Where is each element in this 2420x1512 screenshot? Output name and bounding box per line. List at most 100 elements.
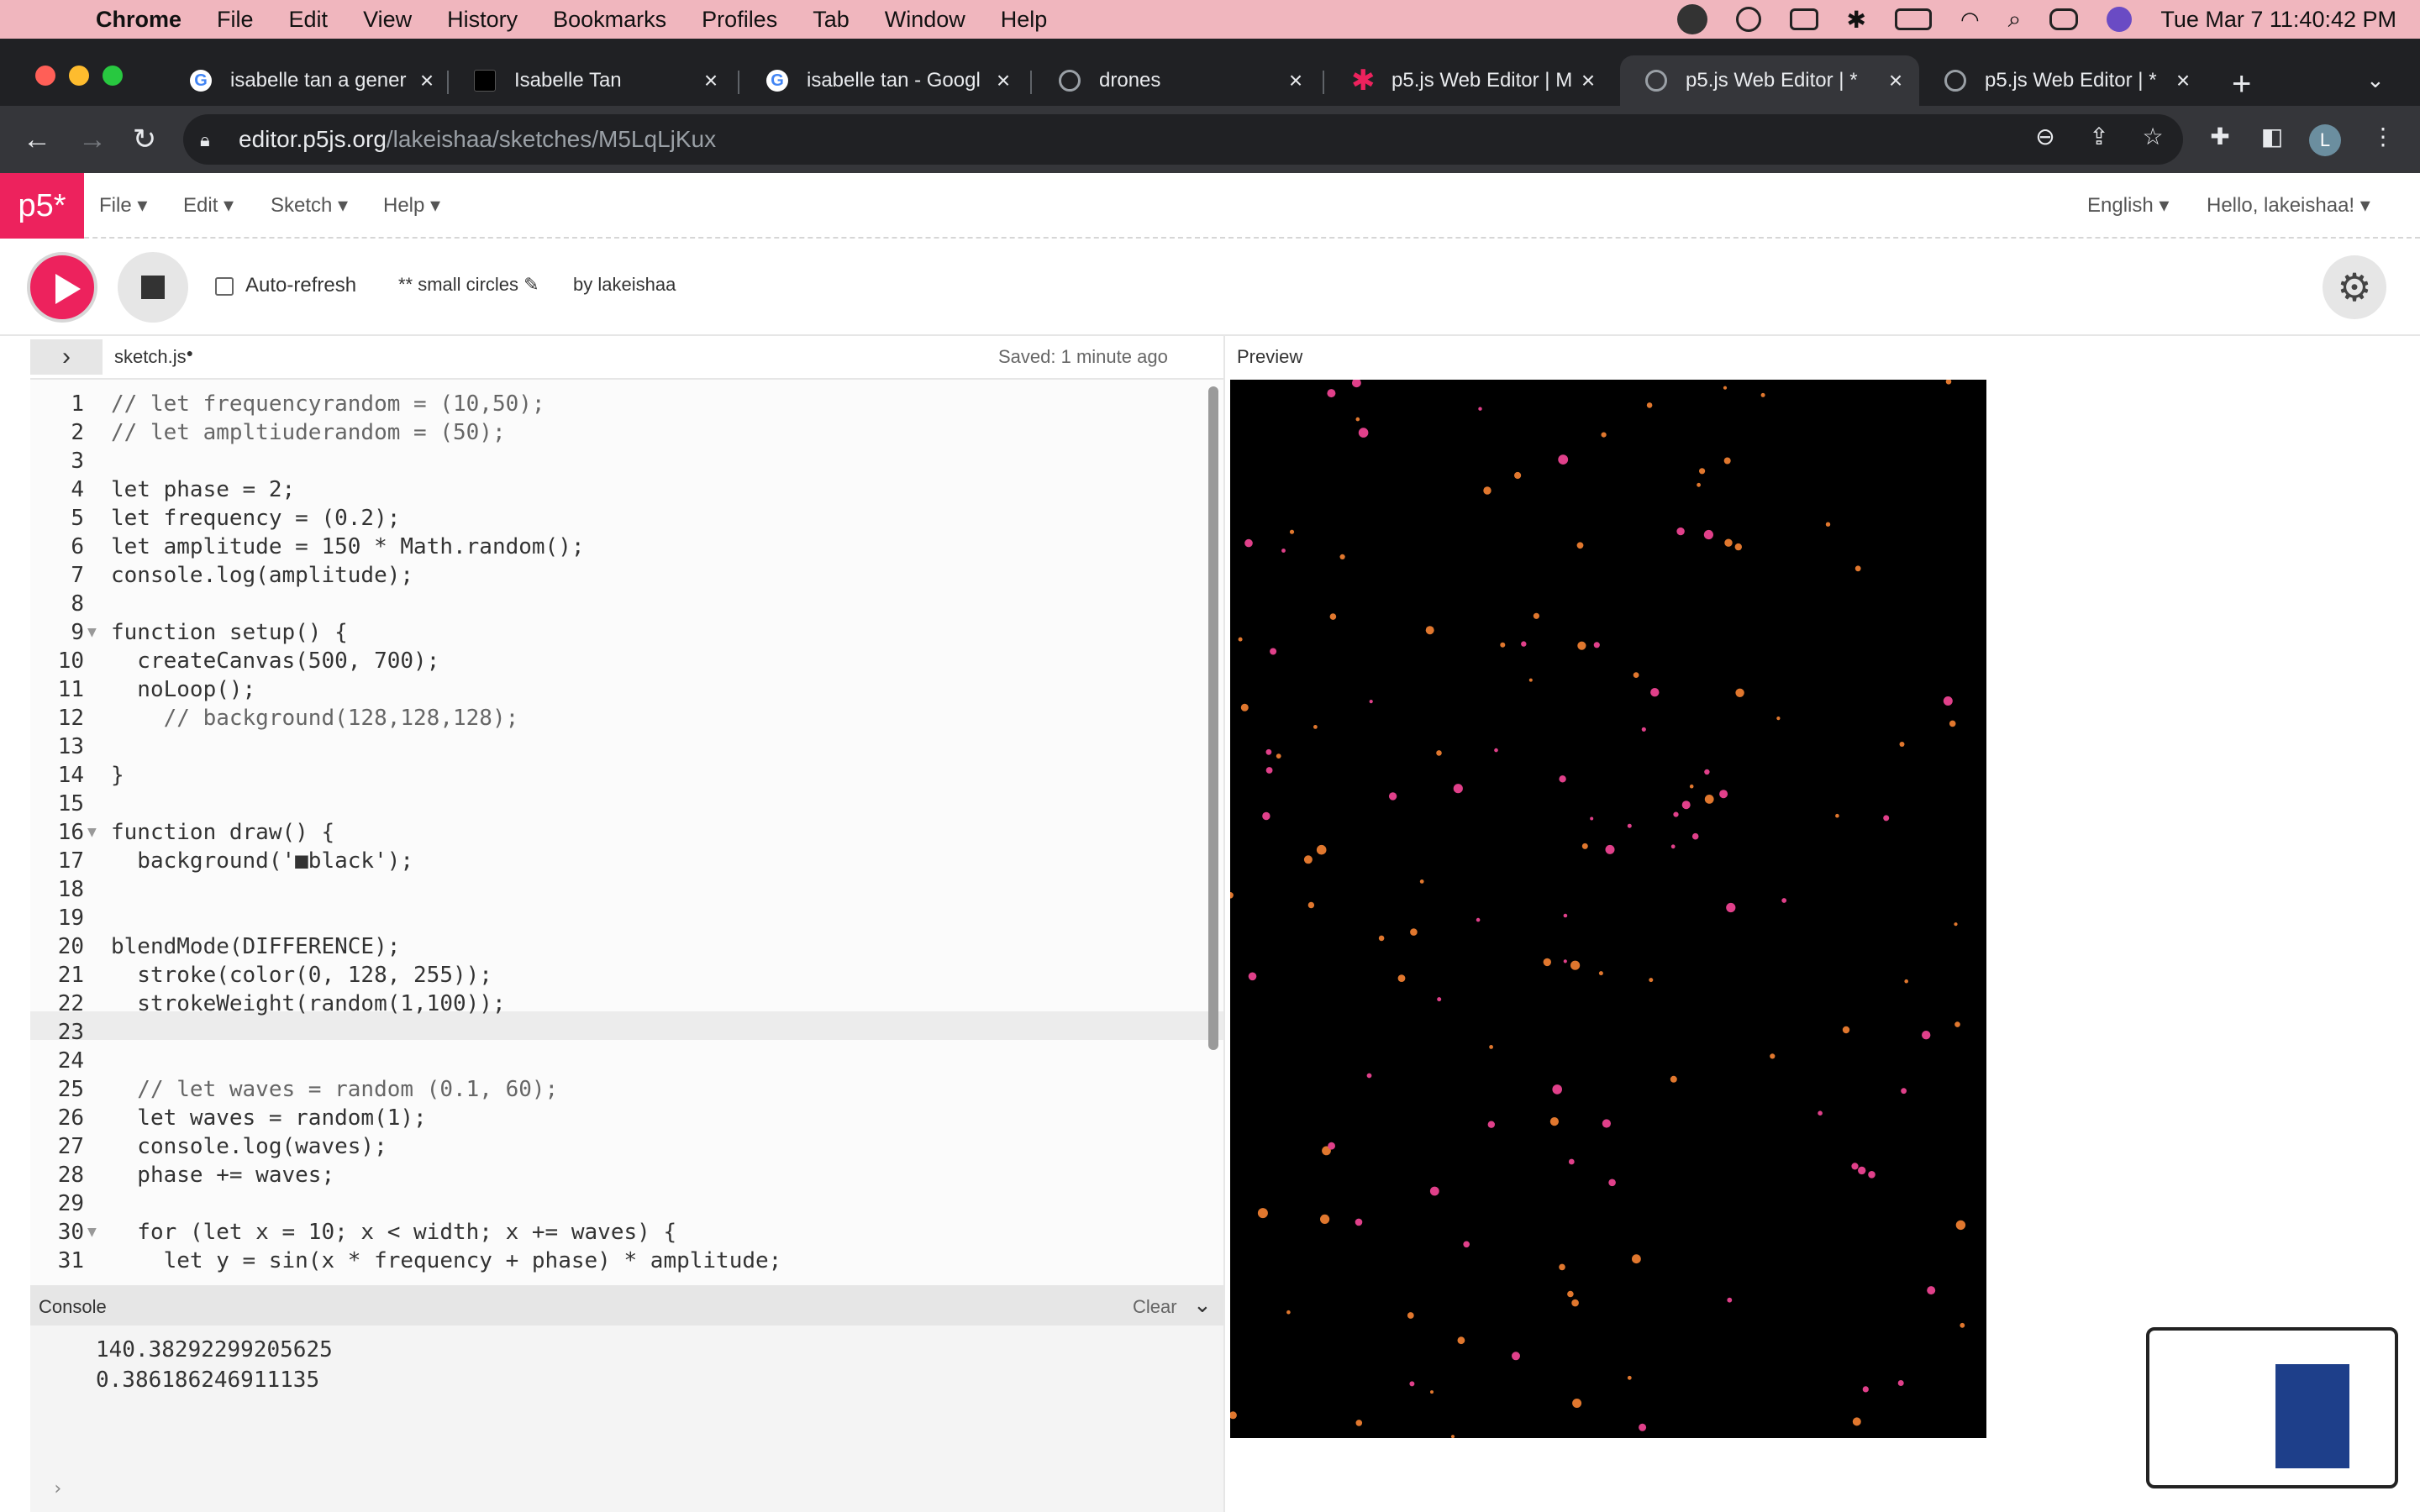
close-tab-icon[interactable]: ×	[694, 67, 728, 94]
tab-5[interactable]: ✱ p5.js Web Editor | M ×	[1326, 55, 1612, 106]
reload-icon[interactable]: ↻	[128, 123, 161, 156]
bookmark-star-icon[interactable]: ☆	[2136, 123, 2170, 150]
lock-icon[interactable]: 🔒︎	[200, 129, 210, 151]
pencil-icon[interactable]: ✎	[523, 274, 539, 295]
code-line[interactable]: strokeWeight(random(1,100));	[111, 991, 505, 1016]
side-panel-icon[interactable]: ◧	[2255, 123, 2289, 150]
code-line[interactable]: console.log(waves);	[111, 1134, 387, 1159]
code-line[interactable]: for (let x = 10; x < width; x += waves) …	[111, 1220, 676, 1245]
chrome-menu-icon[interactable]: ⋮	[2366, 123, 2400, 150]
creative-cloud-icon[interactable]	[1676, 4, 1707, 34]
menu-help[interactable]: Help	[1001, 7, 1048, 33]
code-line[interactable]: let phase = 2;	[111, 477, 295, 502]
extensions-puzzle-icon[interactable]: ✚	[2203, 123, 2237, 150]
siri-icon[interactable]	[2107, 7, 2133, 32]
expand-sidebar-chevron-icon[interactable]: ›	[30, 339, 103, 375]
back-arrow-icon[interactable]: ←	[20, 123, 54, 156]
language-selector[interactable]: English ▾	[2087, 193, 2169, 218]
menu-edit[interactable]: Edit	[289, 7, 329, 33]
close-tab-icon[interactable]: ×	[2166, 67, 2200, 94]
play-circle-icon[interactable]	[1735, 7, 1761, 32]
code-line[interactable]: phase += waves;	[111, 1163, 334, 1188]
tab-search-chevron-icon[interactable]: ⌄	[2366, 67, 2385, 93]
code-line[interactable]: // background(128,128,128);	[111, 706, 519, 731]
zoom-out-icon[interactable]: ⊖	[2028, 123, 2062, 150]
tab-1[interactable]: G isabelle tan a gener ×	[165, 55, 450, 106]
code-line[interactable]: stroke(color(0, 128, 255));	[111, 963, 492, 988]
code-line[interactable]: function setup() {	[111, 620, 348, 645]
file-tab[interactable]: sketch.js●	[114, 346, 193, 368]
battery-icon[interactable]	[1894, 8, 1932, 30]
stop-button[interactable]	[118, 252, 188, 323]
wifi-icon[interactable]: ◠	[1960, 7, 1980, 33]
close-window-button[interactable]	[35, 66, 55, 86]
display-icon[interactable]	[1789, 8, 1818, 30]
code-line[interactable]: blendMode(DIFFERENCE);	[111, 934, 400, 959]
share-icon[interactable]: ⇪	[2082, 123, 2116, 150]
code-line[interactable]: // let frequencyrandom = (10,50);	[111, 391, 545, 417]
tab-4[interactable]: drones ×	[1034, 55, 1319, 106]
code-line[interactable]: }	[111, 763, 124, 788]
close-tab-icon[interactable]: ×	[410, 67, 444, 94]
address-bar[interactable]: editor.p5js.org/lakeishaa/sketches/M5LqL…	[183, 114, 2183, 165]
new-tab-button[interactable]: +	[2232, 67, 2251, 101]
menu-clock[interactable]: Tue Mar 7 11:40:42 PM	[2160, 7, 2396, 33]
p5-logo[interactable]: p5*	[0, 173, 84, 239]
p5-menu-file[interactable]: File ▾	[99, 193, 147, 218]
menu-view[interactable]: View	[363, 7, 412, 33]
menu-history[interactable]: History	[447, 7, 518, 33]
code-line[interactable]: let waves = random(1);	[111, 1105, 426, 1131]
bluetooth-icon[interactable]: ✱	[1847, 6, 1866, 34]
sketch-name[interactable]: ** small circles ✎	[398, 274, 539, 296]
close-tab-icon[interactable]: ×	[986, 67, 1020, 94]
zoom-window-button[interactable]	[103, 66, 123, 86]
tab-6-active[interactable]: p5.js Web Editor | * ×	[1620, 55, 1919, 106]
code-line[interactable]: // let ampltiuderandom = (50);	[111, 420, 506, 445]
code-line[interactable]: noLoop();	[111, 677, 255, 702]
spotlight-search-icon[interactable]: ⌕	[2008, 6, 2022, 34]
sketch-owner[interactable]: by lakeishaa	[573, 274, 676, 296]
collapse-chevron-icon[interactable]: ⌄	[1193, 1292, 1212, 1318]
code-line[interactable]: function draw() {	[111, 820, 334, 845]
fold-toggle-icon[interactable]: ▼	[87, 823, 97, 841]
control-center-icon[interactable]	[2049, 8, 2079, 30]
profile-avatar[interactable]: L	[2309, 124, 2341, 156]
console-clear-button[interactable]: Clear	[1133, 1296, 1177, 1318]
preview-canvas[interactable]	[1230, 380, 1986, 1438]
code-line[interactable]: let amplitude = 150 * Math.random();	[111, 534, 585, 559]
fold-toggle-icon[interactable]: ▼	[87, 623, 97, 641]
tab-2[interactable]: Isabelle Tan ×	[449, 55, 734, 106]
minimize-window-button[interactable]	[69, 66, 89, 86]
menu-app-name[interactable]: Chrome	[96, 7, 182, 33]
console-prompt-chevron-icon[interactable]: ›	[52, 1478, 63, 1499]
menu-file[interactable]: File	[217, 7, 254, 33]
menu-profiles[interactable]: Profiles	[702, 7, 777, 33]
menu-tab[interactable]: Tab	[813, 7, 850, 33]
close-tab-icon[interactable]: ×	[1571, 67, 1605, 94]
code-line[interactable]: background('■black');	[111, 848, 413, 874]
close-tab-icon[interactable]: ×	[1879, 67, 1912, 94]
p5-menu-help[interactable]: Help ▾	[383, 193, 440, 218]
fold-toggle-icon[interactable]: ▼	[87, 1223, 97, 1241]
tab-3[interactable]: G isabelle tan - Googl ×	[741, 55, 1027, 106]
forward-arrow-icon[interactable]: →	[76, 123, 109, 156]
editor-scrollbar[interactable]	[1208, 386, 1218, 1050]
menu-window[interactable]: Window	[885, 7, 965, 33]
screenshot-thumbnail[interactable]	[2146, 1327, 2398, 1488]
auto-refresh-checkbox[interactable]	[215, 277, 234, 296]
code-line[interactable]: let y = sin(x * frequency + phase) * amp…	[111, 1248, 782, 1273]
tab-7[interactable]: p5.js Web Editor | * ×	[1919, 55, 2207, 106]
code-editor[interactable]: 1 // let frequencyrandom = (10,50); 2 // le…	[30, 378, 1223, 1285]
menu-bookmarks[interactable]: Bookmarks	[553, 7, 666, 33]
play-button[interactable]	[27, 252, 97, 323]
settings-gear-icon[interactable]: ⚙	[2323, 255, 2386, 319]
code-line[interactable]: createCanvas(500, 700);	[111, 648, 439, 674]
code-line[interactable]: // let waves = random (0.1, 60);	[111, 1077, 558, 1102]
p5-menu-edit[interactable]: Edit ▾	[183, 193, 234, 218]
code-line[interactable]: let frequency = (0.2);	[111, 506, 400, 531]
p5-menu-sketch[interactable]: Sketch ▾	[271, 193, 348, 218]
close-tab-icon[interactable]: ×	[1279, 67, 1313, 94]
code-line[interactable]: console.log(amplitude);	[111, 563, 413, 588]
globe-icon	[1944, 70, 1966, 92]
user-menu[interactable]: Hello, lakeishaa! ▾	[2207, 193, 2370, 218]
